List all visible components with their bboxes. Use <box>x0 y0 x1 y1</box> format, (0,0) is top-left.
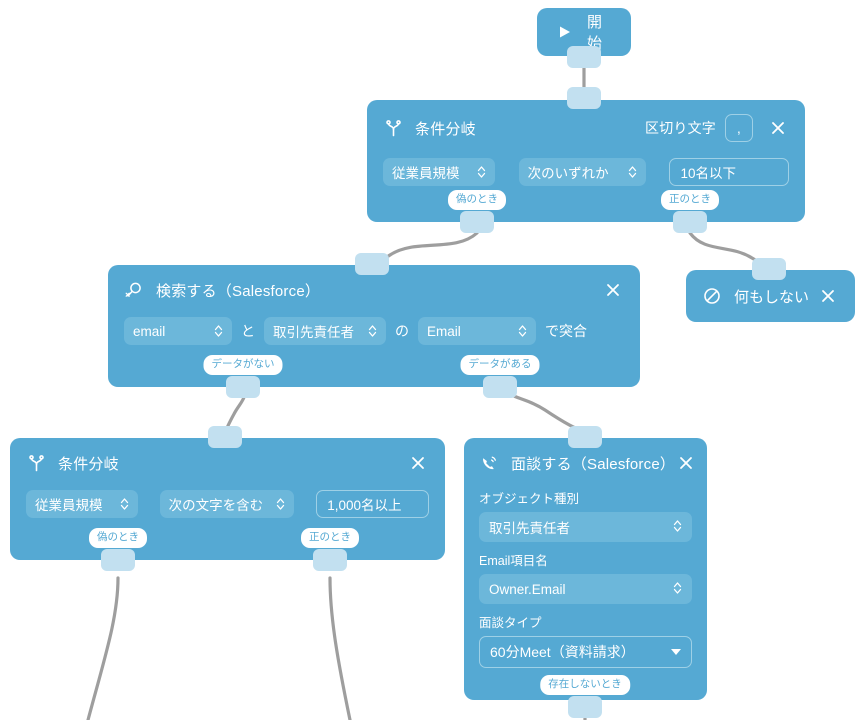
port-meeting-not-exist[interactable] <box>568 696 602 718</box>
updown-icon <box>673 581 682 598</box>
close-icon[interactable] <box>817 285 839 307</box>
close-icon[interactable] <box>767 117 789 139</box>
phone-ring-icon <box>479 453 499 473</box>
edge-branchbottom-true-down <box>328 576 352 720</box>
updown-icon <box>120 497 129 511</box>
updown-icon <box>628 165 637 179</box>
branch-icon <box>26 453 46 473</box>
delimiter-label: 区切り文字 <box>645 120 716 136</box>
close-icon[interactable] <box>407 452 429 474</box>
updown-icon <box>477 165 486 179</box>
node-meeting-header: 面談する（Salesforce） <box>479 452 692 474</box>
search-joiner-2: の <box>395 323 409 339</box>
chip-branch-bottom-false: 偽のとき <box>89 528 147 548</box>
chip-search-no-data: データがない <box>203 355 283 375</box>
node-branch-bottom-title: 条件分岐 <box>58 455 119 473</box>
port-branch-top-true[interactable] <box>673 211 707 233</box>
edge-branchbottom-false-down <box>86 576 120 720</box>
select-email-field-name[interactable]: Owner.Email <box>479 574 692 604</box>
branch-icon <box>383 118 403 138</box>
label-meeting-type: 面談タイプ <box>479 616 542 630</box>
branch-top-condition-row: 従業員規模 次のいずれか 10名以下 <box>383 158 789 186</box>
chip-branch-top-false: 偽のとき <box>448 190 506 210</box>
port-search-has-data[interactable] <box>483 376 517 398</box>
port-start-out[interactable] <box>567 46 601 68</box>
node-meeting-salesforce[interactable]: 面談する（Salesforce） オブジェクト種別 取引先責任者 Email項目… <box>464 438 707 700</box>
node-branch-top[interactable]: 条件分岐 区切り文字 , 従業員規模 次のいずれか 10名以下 <box>367 100 805 222</box>
updown-icon <box>214 324 223 338</box>
port-branch-top-in[interactable] <box>567 87 601 109</box>
port-search-no-data[interactable] <box>226 376 260 398</box>
node-do-nothing-title: 何もしない <box>734 288 810 306</box>
close-icon[interactable] <box>602 279 624 301</box>
node-meeting-title: 面談する（Salesforce） <box>511 455 676 473</box>
node-branch-top-title: 条件分岐 <box>415 120 476 138</box>
chip-search-has-data: データがある <box>460 355 540 375</box>
node-search-salesforce[interactable]: 検索する（Salesforce） email と 取引先責任者 の Email … <box>108 265 640 387</box>
label-email-field-name: Email項目名 <box>479 554 548 568</box>
search-source-field-select[interactable]: email <box>124 317 232 345</box>
dropdown-meeting-type[interactable]: 60分Meet（資料請求） <box>479 636 692 668</box>
port-search-in[interactable] <box>355 253 389 275</box>
port-branch-top-false[interactable] <box>460 211 494 233</box>
close-icon[interactable] <box>675 452 697 474</box>
node-branch-bottom[interactable]: 条件分岐 従業員規模 次の文字を含む 1,000名以上 <box>10 438 445 560</box>
node-branch-bottom-header: 条件分岐 <box>26 452 429 474</box>
chip-meeting-not-exist: 存在しないとき <box>540 675 630 695</box>
chevron-down-icon <box>671 649 681 655</box>
node-search-title: 検索する（Salesforce） <box>156 282 321 300</box>
search-trailing-text: で突合 <box>545 323 587 339</box>
node-branch-top-header: 条件分岐 区切り文字 , <box>383 114 789 142</box>
forbidden-icon <box>702 286 722 306</box>
branch-bottom-field-select[interactable]: 従業員規模 <box>26 490 138 518</box>
delimiter-input[interactable]: , <box>725 114 753 142</box>
field-email-field-name: Email項目名 Owner.Email <box>479 550 692 604</box>
branch-bottom-operator-select[interactable]: 次の文字を含む <box>159 490 295 518</box>
port-branch-bottom-false[interactable] <box>101 549 135 571</box>
port-branch-bottom-true[interactable] <box>313 549 347 571</box>
chip-branch-top-true: 正のとき <box>661 190 719 210</box>
search-object-select[interactable]: 取引先責任者 <box>264 317 386 345</box>
search-target-field-select[interactable]: Email <box>418 317 536 345</box>
branch-top-value-input[interactable]: 10名以下 <box>669 158 789 186</box>
play-icon <box>555 22 575 42</box>
branch-top-field-select[interactable]: 従業員規模 <box>383 158 495 186</box>
port-do-nothing-in[interactable] <box>752 258 786 280</box>
search-x-icon <box>124 280 144 300</box>
node-search-header: 検索する（Salesforce） <box>124 279 624 301</box>
updown-icon <box>276 497 285 511</box>
chip-branch-bottom-true: 正のとき <box>301 528 359 548</box>
port-meeting-in[interactable] <box>568 426 602 448</box>
workflow-canvas[interactable]: 開始 条件分岐 区切り文字 , 従業員規模 次のいずれか 10名以下 偽のとき … <box>0 0 862 720</box>
search-joiner-1: と <box>241 323 255 339</box>
updown-icon <box>368 324 377 338</box>
branch-bottom-condition-row: 従業員規模 次の文字を含む 1,000名以上 <box>26 490 430 518</box>
port-branch-bottom-in[interactable] <box>208 426 242 448</box>
field-meeting-type: 面談タイプ 60分Meet（資料請求） <box>479 612 692 668</box>
branch-bottom-value-input[interactable]: 1,000名以上 <box>316 490 430 518</box>
updown-icon <box>518 324 527 338</box>
field-object-type: オブジェクト種別 取引先責任者 <box>479 488 692 542</box>
label-object-type: オブジェクト種別 <box>479 492 580 506</box>
search-condition-row: email と 取引先責任者 の Email で突合 <box>124 317 624 345</box>
branch-top-operator-select[interactable]: 次のいずれか <box>518 158 646 186</box>
updown-icon <box>673 519 682 536</box>
select-object-type[interactable]: 取引先責任者 <box>479 512 692 542</box>
